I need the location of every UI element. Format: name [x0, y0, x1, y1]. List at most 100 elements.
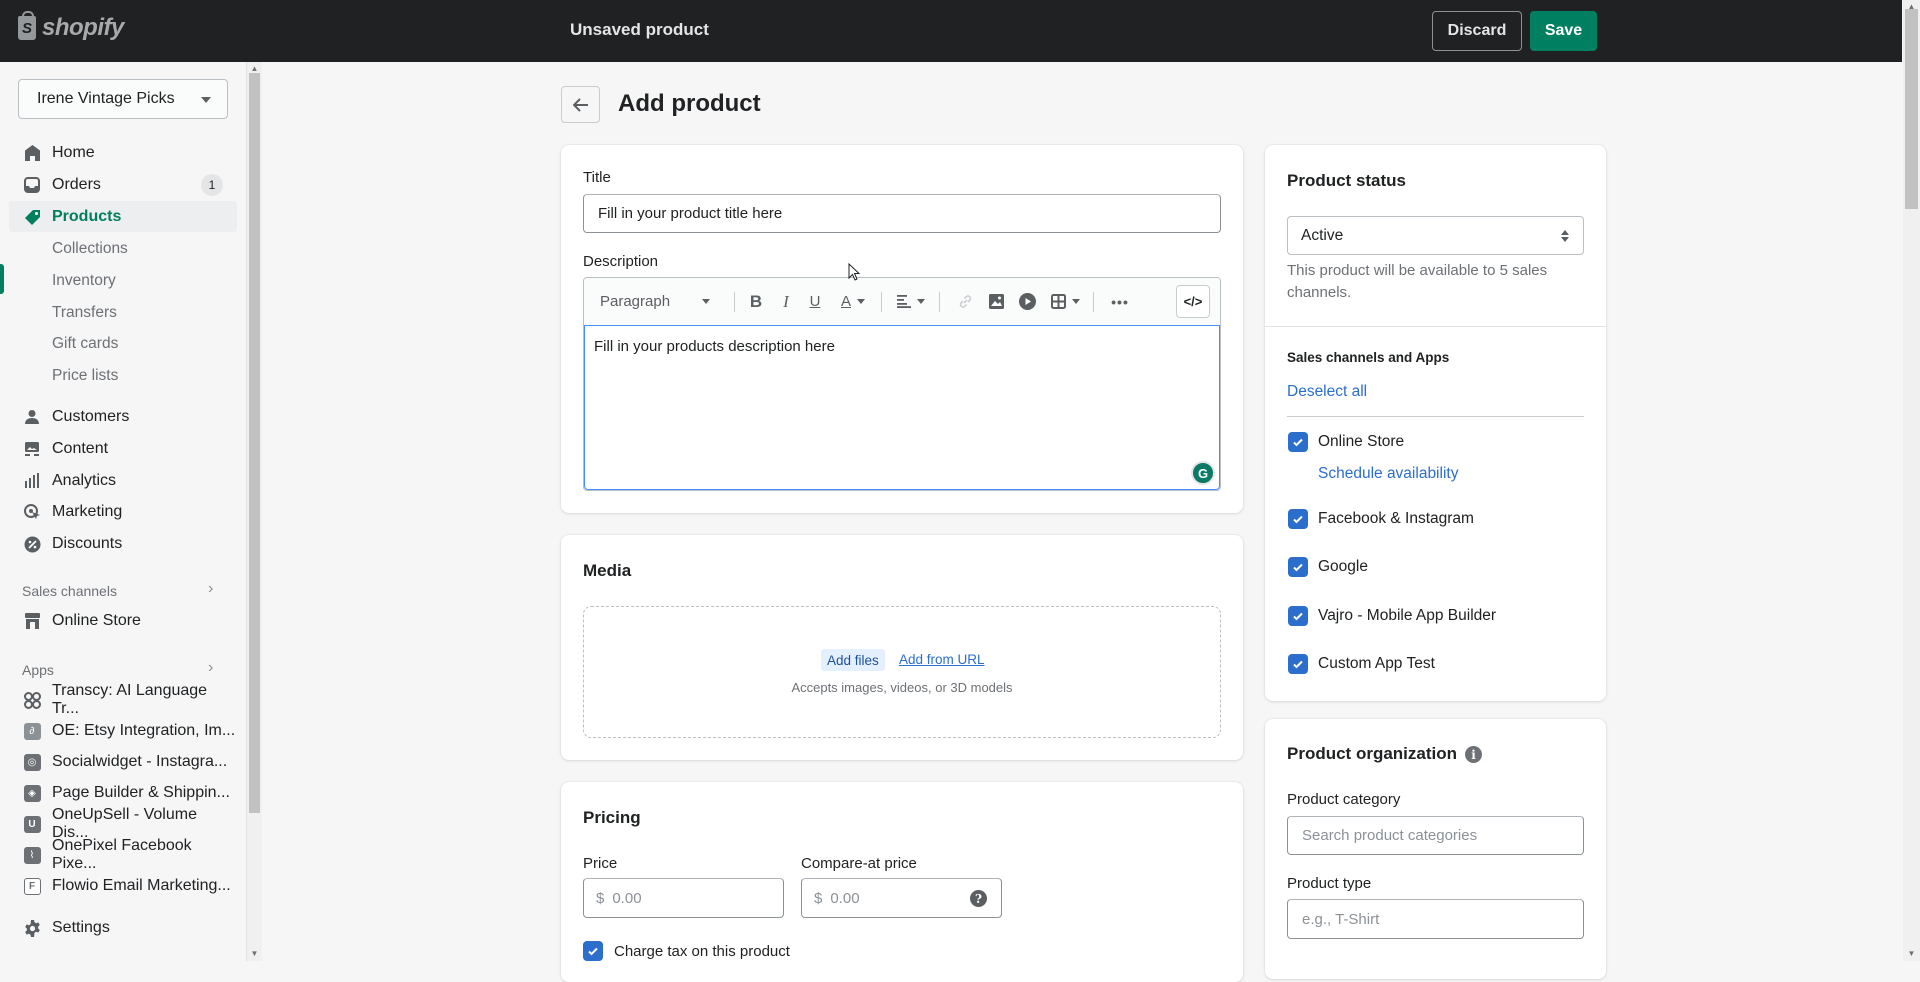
schedule-availability-link[interactable]: Schedule availability [1318, 465, 1458, 483]
sidebar-app-onepixel[interactable]: ⌇ OnePixel Facebook Pixe... [9, 837, 237, 872]
show-html-button[interactable]: </> [1176, 285, 1210, 318]
sidebar-item-label: Page Builder & Shippin... [52, 783, 230, 801]
sidebar-item-label: Products [52, 207, 122, 225]
sidebar-item-label: Price lists [52, 366, 119, 384]
add-from-url-link[interactable]: Add from URL [899, 652, 985, 667]
checkmark-icon [1293, 515, 1303, 524]
link-icon [959, 295, 971, 308]
product-type-input[interactable]: e.g., T-Shirt [1287, 899, 1584, 939]
charge-tax-checkbox[interactable] [583, 941, 603, 961]
channel-checkbox-facebook-instagram[interactable] [1288, 509, 1308, 529]
channel-label-facebook-instagram: Facebook & Instagram [1318, 510, 1474, 527]
title-input[interactable]: Fill in your product title here [583, 194, 1221, 233]
sidebar-app-oneupsell[interactable]: U OneUpSell - Volume Dis... [9, 806, 237, 841]
sidebar-item-analytics[interactable]: Analytics [9, 465, 237, 496]
grammarly-icon[interactable]: G [1191, 461, 1215, 485]
compare-at-price-input[interactable]: $ 0.00 ? [801, 878, 1002, 918]
bold-button[interactable]: B [744, 278, 768, 325]
toolbar-divider [734, 292, 735, 312]
oneupsell-icon: U [23, 815, 41, 833]
discard-button[interactable]: Discard [1432, 11, 1522, 51]
media-accepts-hint: Accepts images, videos, or 3D models [791, 680, 1013, 695]
checkmark-icon [1293, 438, 1303, 447]
sidebar-item-content[interactable]: Content [9, 433, 237, 464]
channel-checkbox-google[interactable] [1288, 557, 1308, 577]
shopify-logo[interactable]: S shopify [18, 11, 124, 42]
currency-symbol: $ [814, 889, 823, 907]
sidebar-item-orders[interactable]: Orders 1 [9, 169, 237, 200]
underline-icon: U [809, 293, 821, 310]
text-color-button[interactable]: A [833, 278, 873, 325]
table-icon [1050, 294, 1066, 309]
sidebar-item-customers[interactable]: Customers [9, 401, 237, 432]
code-icon: </> [1183, 294, 1203, 309]
sidebar-app-oe-etsy[interactable]: ∂ OE: Etsy Integration, Im... [9, 715, 237, 746]
sidebar-item-online-store[interactable]: Online Store [9, 605, 237, 636]
sidebar-scroll-down-arrow[interactable]: ▼ [247, 947, 262, 961]
sidebar-scrollbar[interactable]: ▲ ▼ [247, 62, 262, 961]
media-dropzone[interactable]: Add files Add from URL Accepts images, v… [583, 606, 1221, 738]
product-category-input[interactable]: Search product categories [1287, 816, 1584, 855]
target-icon [23, 503, 41, 521]
deselect-all-link[interactable]: Deselect all [1287, 383, 1367, 401]
media-heading: Media [583, 561, 632, 580]
channel-checkbox-online-store[interactable] [1288, 432, 1308, 452]
shopify-bag-icon: S [18, 11, 36, 40]
apps-chevron-icon[interactable]: › [208, 659, 213, 677]
question-circle-icon[interactable]: ? [970, 890, 987, 907]
back-button[interactable] [561, 86, 600, 123]
info-icon[interactable]: i [1465, 746, 1482, 763]
insert-video-button[interactable] [1015, 278, 1039, 325]
sidebar-item-collections[interactable]: Collections [9, 233, 237, 264]
sidebar-app-page-builder[interactable]: ◈ Page Builder & Shippin... [9, 777, 237, 808]
sidebar-scrollbar-thumb[interactable] [249, 73, 260, 813]
channel-checkbox-vajro[interactable] [1288, 606, 1308, 626]
description-editor: Paragraph B I U A ••• </> Fill in your p… [583, 277, 1221, 491]
apps-label: Apps [22, 662, 54, 678]
sidebar-item-products[interactable]: Products [9, 201, 237, 232]
card-divider [1265, 326, 1606, 327]
price-input[interactable]: $ 0.00 [583, 878, 784, 918]
discount-icon [23, 535, 41, 553]
sidebar-app-socialwidget[interactable]: ◎ Socialwidget - Instagra... [9, 746, 237, 777]
status-select[interactable]: Active [1287, 216, 1584, 255]
editor-toolbar: Paragraph B I U A ••• </> [584, 278, 1220, 325]
sidebar-item-discounts[interactable]: Discounts [9, 528, 237, 559]
sidebar-item-home[interactable]: Home [9, 137, 237, 168]
underline-button[interactable]: U [804, 278, 826, 325]
sidebar-app-flowio[interactable]: F Flowio Email Marketing... [9, 870, 237, 901]
add-files-button[interactable]: Add files [821, 649, 885, 671]
sidebar-item-inventory[interactable]: Inventory [9, 265, 237, 296]
store-selector[interactable]: Irene Vintage Picks [18, 79, 228, 119]
sidebar-item-settings[interactable]: Settings [9, 912, 237, 943]
sidebar-item-label: Gift cards [52, 334, 119, 352]
product-category-label: Product category [1287, 791, 1401, 808]
insert-table-button[interactable] [1045, 278, 1085, 325]
checkmark-icon [1293, 612, 1303, 621]
italic-button[interactable]: I [775, 278, 797, 325]
mouse-cursor-icon [848, 263, 860, 281]
sidebar-app-transcy[interactable]: Transcy: AI Language Tr... [9, 682, 237, 717]
link-button[interactable] [953, 278, 977, 325]
sidebar-item-transfers[interactable]: Transfers [9, 297, 237, 328]
page-scrollbar-thumb[interactable] [1905, 9, 1918, 209]
page-scrollbar[interactable]: ▲ ▼ [1903, 0, 1920, 961]
sales-channels-chevron-icon[interactable]: › [208, 580, 213, 598]
italic-icon: I [783, 291, 789, 311]
charge-tax-label: Charge tax on this product [614, 943, 790, 960]
description-text-area[interactable]: Fill in your products description here G [584, 325, 1220, 490]
save-button[interactable]: Save [1530, 11, 1597, 51]
sidebar-item-marketing[interactable]: Marketing [9, 496, 237, 527]
paragraph-format-dropdown[interactable]: Paragraph [600, 278, 730, 325]
checkmark-icon [588, 947, 598, 956]
sidebar-item-gift-cards[interactable]: Gift cards [9, 328, 237, 359]
channel-checkbox-custom-app-test[interactable] [1288, 654, 1308, 674]
sidebar-item-price-lists[interactable]: Price lists [9, 360, 237, 391]
sidebar-item-label: Online Store [52, 611, 141, 629]
insert-image-button[interactable] [984, 278, 1008, 325]
align-button[interactable] [891, 278, 931, 325]
sidebar-item-label: Inventory [52, 271, 116, 289]
sidebar: Irene Vintage Picks Home Orders 1 Produc… [0, 62, 262, 961]
more-options-button[interactable]: ••• [1106, 278, 1134, 325]
scroll-down-arrow[interactable]: ▼ [1903, 947, 1920, 961]
